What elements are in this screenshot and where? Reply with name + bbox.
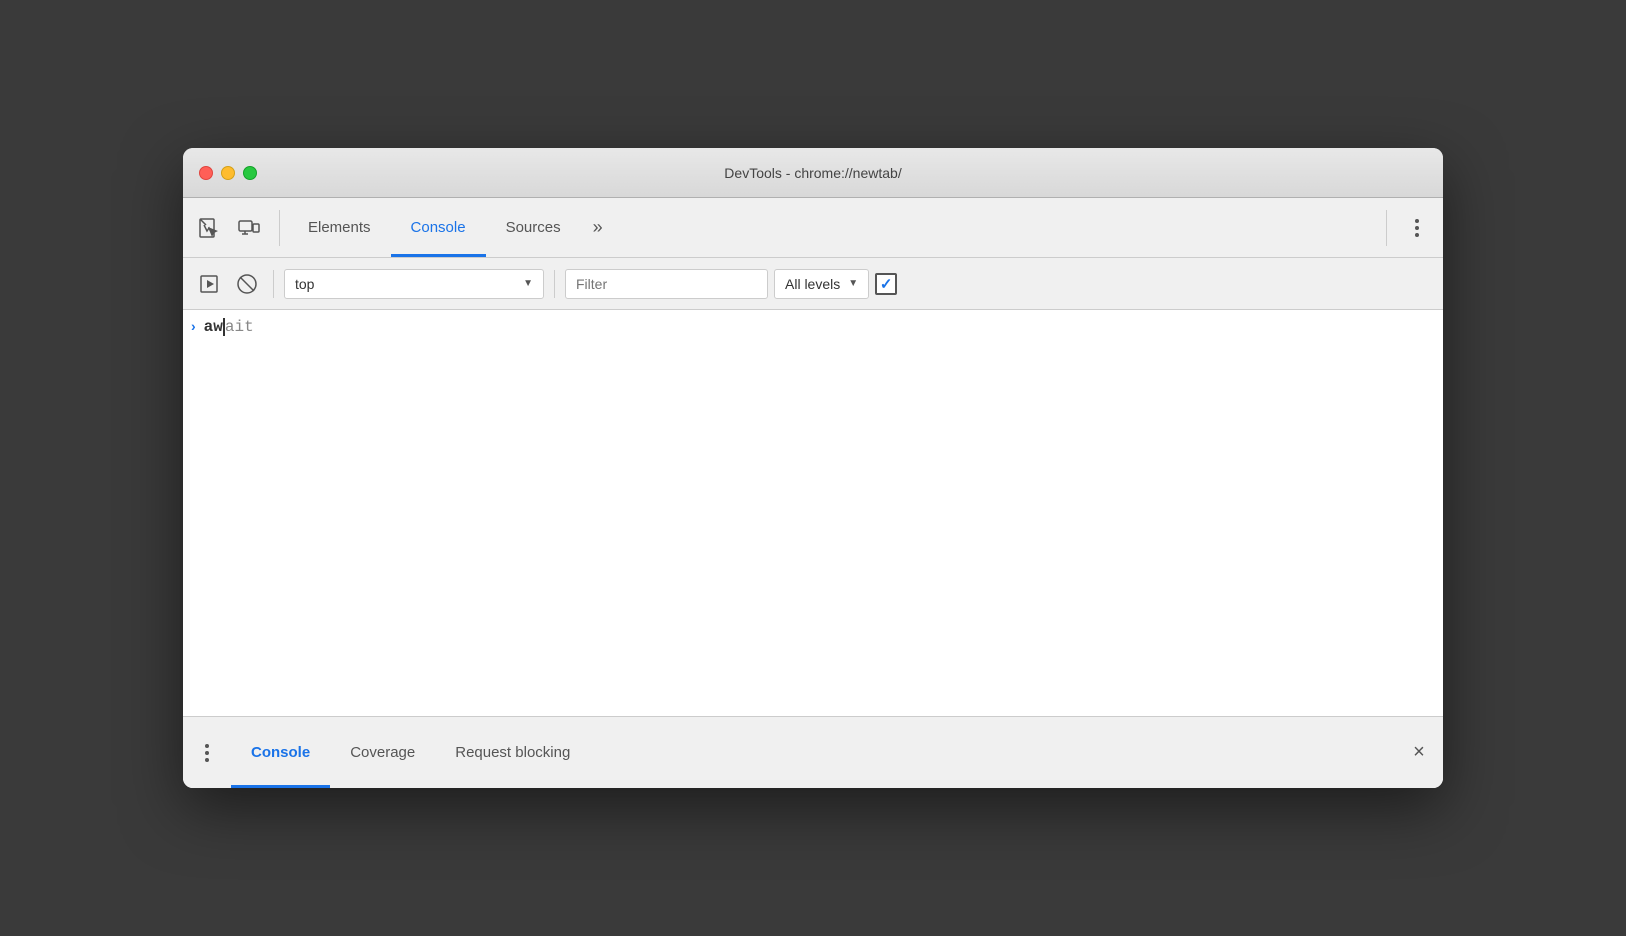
- bottom-more-button[interactable]: [191, 737, 223, 769]
- bottom-tab-request-blocking[interactable]: Request blocking: [435, 717, 590, 788]
- inspect-icon: [198, 217, 220, 239]
- main-toolbar: Elements Console Sources »: [183, 198, 1443, 258]
- log-checkbox[interactable]: [875, 273, 897, 295]
- close-button[interactable]: [199, 166, 213, 180]
- title-bar: DevTools - chrome://newtab/: [183, 148, 1443, 198]
- maximize-button[interactable]: [243, 166, 257, 180]
- levels-text: All levels: [785, 276, 840, 292]
- tab-sources[interactable]: Sources: [486, 198, 581, 257]
- minimize-button[interactable]: [221, 166, 235, 180]
- levels-selector[interactable]: All levels ▼: [774, 269, 869, 299]
- toolbar-divider: [273, 270, 274, 298]
- inspect-element-button[interactable]: [191, 210, 227, 246]
- main-tabs: Elements Console Sources »: [288, 198, 1386, 257]
- device-toolbar-button[interactable]: [231, 210, 267, 246]
- bottom-close-button[interactable]: ×: [1403, 737, 1435, 769]
- device-icon: [238, 217, 260, 239]
- devtools-body: Elements Console Sources »: [183, 198, 1443, 788]
- bottom-three-dots-icon: [205, 744, 209, 762]
- levels-dropdown-arrow: ▼: [848, 278, 858, 289]
- context-value: top: [295, 276, 515, 292]
- context-dropdown-arrow: ▼: [523, 278, 533, 289]
- toolbar-right: [1386, 210, 1435, 246]
- console-input-text: await: [204, 316, 254, 338]
- toolbar-icons: [191, 210, 280, 246]
- more-options-button[interactable]: [1399, 210, 1435, 246]
- devtools-window: DevTools - chrome://newtab/: [183, 148, 1443, 788]
- preserve-log-button[interactable]: [193, 268, 225, 300]
- context-selector[interactable]: top ▼: [284, 269, 544, 299]
- clear-icon: [236, 273, 258, 295]
- bottom-tabs: Console Coverage Request blocking ×: [183, 717, 1443, 788]
- bottom-tab-console[interactable]: Console: [231, 717, 330, 788]
- bottom-panel: Console Coverage Request blocking ×: [183, 716, 1443, 788]
- console-entry: › await: [183, 310, 1443, 346]
- console-toolbar: top ▼ All levels ▼: [183, 258, 1443, 310]
- typed-text: aw: [204, 318, 225, 336]
- console-main[interactable]: › await: [183, 310, 1443, 716]
- bottom-tab-coverage[interactable]: Coverage: [330, 717, 435, 788]
- suggestion-text: ait: [225, 318, 254, 336]
- filter-input[interactable]: [565, 269, 768, 299]
- window-title: DevTools - chrome://newtab/: [724, 165, 901, 181]
- more-tabs-button[interactable]: »: [581, 198, 615, 257]
- preserve-log-icon: [199, 274, 219, 294]
- clear-console-button[interactable]: [231, 268, 263, 300]
- toolbar-divider-2: [554, 270, 555, 298]
- tab-elements[interactable]: Elements: [288, 198, 391, 257]
- three-dots-icon: [1415, 219, 1419, 237]
- traffic-lights: [199, 166, 257, 180]
- console-chevron[interactable]: ›: [191, 318, 196, 334]
- tab-console[interactable]: Console: [391, 198, 486, 257]
